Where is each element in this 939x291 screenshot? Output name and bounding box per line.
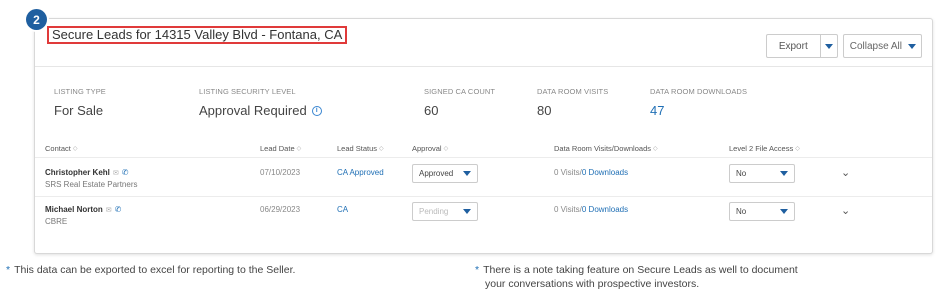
note-taking-line1: There is a note taking feature on Secure…: [483, 264, 798, 276]
sort-icon[interactable]: ◇: [73, 145, 78, 152]
chevron-down-icon[interactable]: [908, 43, 916, 49]
metric-value-listing-type: For Sale: [54, 103, 104, 118]
downloads-link[interactable]: 0 Downloads: [582, 205, 628, 214]
metric-label-signed-ca: SIGNED CA COUNT: [424, 87, 496, 96]
export-note: * This data can be exported to excel for …: [6, 263, 295, 278]
security-level-text: Approval Required: [199, 103, 307, 118]
contact-company: CBRE: [45, 217, 68, 226]
note-taking-note: * There is a note taking feature on Secur…: [475, 263, 798, 278]
export-button-label[interactable]: Export: [767, 35, 821, 57]
column-header-approval-label[interactable]: Approval: [412, 144, 442, 153]
contact-name[interactable]: Michael Norton ✉ ✆: [45, 205, 121, 214]
metric-value-data-room-downloads[interactable]: 47: [650, 103, 664, 118]
column-header-file-access-label[interactable]: Level 2 File Access: [729, 144, 793, 153]
email-icon[interactable]: ✉: [113, 169, 119, 177]
file-access-value[interactable]: No: [736, 207, 746, 216]
metric-label-data-room-downloads: DATA ROOM DOWNLOADS: [650, 87, 748, 96]
column-header-data-room-label[interactable]: Data Room Visits/Downloads: [554, 144, 651, 153]
asterisk-icon: *: [475, 264, 480, 276]
email-icon[interactable]: ✉: [106, 206, 112, 214]
export-button[interactable]: Export: [765, 34, 838, 58]
column-header-approval[interactable]: Approval ◇: [412, 144, 448, 153]
collapse-all-label[interactable]: Collapse All: [850, 41, 902, 52]
data-room-stats: 0 Visits/0 Downloads: [554, 205, 629, 214]
metric-value-security-level: Approval Required i: [199, 103, 322, 118]
expand-row-icon[interactable]: ⌄: [841, 166, 850, 179]
approval-dropdown[interactable]: Approved: [412, 164, 478, 183]
file-access-dropdown[interactable]: No: [729, 202, 795, 221]
header-divider: [35, 66, 932, 67]
lead-date: 06/29/2023: [260, 205, 301, 214]
expand-row-icon[interactable]: ⌄: [841, 204, 850, 217]
row-divider: [35, 196, 932, 197]
column-header-lead-status-label[interactable]: Lead Status: [337, 144, 377, 153]
sort-icon[interactable]: ◇: [444, 145, 449, 152]
lead-date: 07/10/2023: [260, 168, 301, 177]
data-room-stats: 0 Visits/0 Downloads: [554, 168, 629, 177]
toolbar: Export Collapse All: [765, 34, 922, 58]
column-header-contact[interactable]: Contact ◇: [45, 144, 77, 153]
column-header-contact-label[interactable]: Contact: [45, 144, 71, 153]
lead-status[interactable]: CA Approved: [337, 168, 384, 177]
metric-label-security-level: LISTING SECURITY LEVEL: [199, 87, 296, 96]
page-title: Secure Leads for 14315 Valley Blvd - Fon…: [47, 26, 348, 44]
collapse-all-dropdown[interactable]: Collapse All: [842, 34, 922, 58]
step-number-badge: 2: [26, 9, 47, 30]
chevron-down-icon[interactable]: [463, 171, 471, 176]
secure-leads-card: Secure Leads for 14315 Valley Blvd - Fon…: [34, 18, 933, 254]
chevron-down-icon[interactable]: [463, 209, 471, 214]
sort-icon[interactable]: ◇: [379, 145, 384, 152]
chevron-down-icon[interactable]: [780, 171, 788, 176]
note-taking-line2: your conversations with prospective inve…: [485, 278, 700, 290]
column-header-data-room[interactable]: Data Room Visits/Downloads ◇: [554, 144, 658, 153]
metric-label-data-room-visits: DATA ROOM VISITS: [537, 87, 609, 96]
contact-name[interactable]: Christopher Kehl ✉ ✆: [45, 168, 128, 177]
phone-icon[interactable]: ✆: [122, 168, 129, 177]
downloads-link[interactable]: 0 Downloads: [582, 168, 628, 177]
column-header-lead-date[interactable]: Lead Date ◇: [260, 144, 301, 153]
metric-value-data-room-visits: 80: [537, 103, 552, 118]
lead-status[interactable]: CA: [337, 205, 348, 214]
table-header-divider: [35, 157, 932, 158]
file-access-dropdown[interactable]: No: [729, 164, 795, 183]
asterisk-icon: *: [6, 264, 11, 276]
metric-label-listing-type: LISTING TYPE: [54, 87, 106, 96]
approval-value[interactable]: Pending: [419, 207, 448, 216]
file-access-value[interactable]: No: [736, 169, 746, 178]
chevron-down-icon[interactable]: [780, 209, 788, 214]
approval-value[interactable]: Approved: [419, 169, 453, 178]
sort-icon[interactable]: ◇: [653, 145, 658, 152]
export-dropdown-icon[interactable]: [821, 35, 837, 57]
metric-value-signed-ca: 60: [424, 103, 439, 118]
visits-count: 0 Visits: [554, 205, 580, 214]
column-header-lead-status[interactable]: Lead Status ◇: [337, 144, 384, 153]
column-header-file-access[interactable]: Level 2 File Access ◇: [729, 144, 800, 153]
info-icon[interactable]: i: [311, 105, 322, 116]
visits-count: 0 Visits: [554, 168, 580, 177]
column-header-lead-date-label[interactable]: Lead Date: [260, 144, 295, 153]
contact-company: SRS Real Estate Partners: [45, 180, 138, 189]
approval-dropdown[interactable]: Pending: [412, 202, 478, 221]
phone-icon[interactable]: ✆: [115, 205, 122, 214]
contact-name-text[interactable]: Michael Norton: [45, 205, 103, 214]
contact-name-text[interactable]: Christopher Kehl: [45, 168, 110, 177]
sort-icon[interactable]: ◇: [795, 145, 800, 152]
sort-icon[interactable]: ◇: [297, 145, 302, 152]
note-taking-note-line2: your conversations with prospective inve…: [485, 277, 699, 291]
export-note-text: This data can be exported to excel for r…: [14, 264, 296, 276]
